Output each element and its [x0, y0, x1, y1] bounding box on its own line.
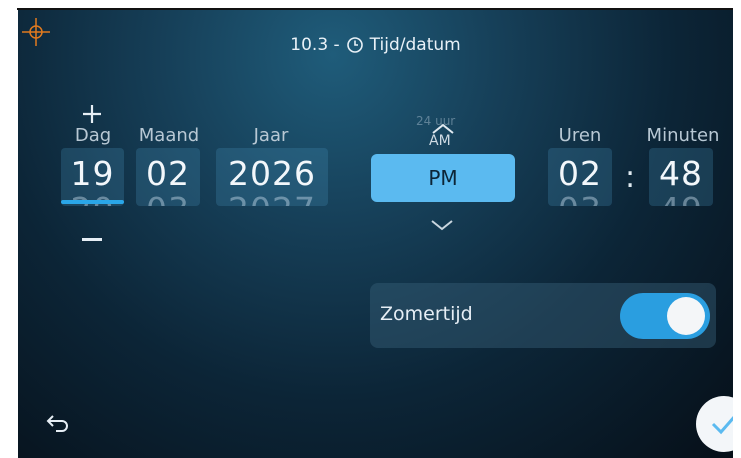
year-picker[interactable]: 2026 2027	[216, 148, 328, 206]
dst-row: Zomertijd	[370, 283, 716, 348]
plus-icon[interactable]	[80, 102, 104, 126]
dst-label: Zomertijd	[380, 303, 473, 325]
confirm-button[interactable]	[696, 396, 733, 452]
page-title: 10.3 - Tijd/datum	[18, 35, 733, 55]
day-label: Dag	[74, 125, 112, 146]
minutes-next-value: 49	[649, 190, 713, 206]
hours-label: Uren	[558, 125, 602, 146]
month-picker[interactable]: 02 03	[136, 148, 200, 206]
day-selected-underline	[61, 200, 124, 204]
hours-value: 02	[558, 154, 602, 193]
year-label: Jaar	[253, 125, 289, 146]
pm-option-selected[interactable]: PM	[371, 154, 515, 202]
hours-next-value: 03	[548, 190, 612, 206]
minus-icon[interactable]	[82, 238, 102, 241]
dst-toggle[interactable]	[620, 293, 710, 339]
minutes-picker[interactable]: 48 49	[649, 148, 713, 206]
chevron-down-icon[interactable]	[429, 218, 455, 232]
day-value: 19	[70, 154, 115, 193]
month-label: Maand	[138, 125, 200, 146]
title-text: Tijd/datum	[369, 35, 461, 55]
minutes-label: Minuten	[646, 125, 720, 146]
day-picker[interactable]: 19 20	[61, 148, 124, 206]
hours-picker[interactable]: 02 03	[548, 148, 612, 206]
toggle-knob	[667, 297, 705, 335]
month-value: 02	[146, 154, 190, 193]
time-date-screen: 10.3 - Tijd/datum Dag Maand Jaar 19 20 0…	[18, 10, 733, 458]
title-prefix: 10.3 -	[290, 35, 340, 55]
minutes-value: 48	[659, 154, 703, 193]
year-next-value: 2027	[216, 190, 328, 206]
back-arrow-icon[interactable]	[46, 412, 70, 432]
year-value: 2026	[228, 154, 316, 193]
clock-icon	[346, 37, 363, 53]
am-option[interactable]: AM	[429, 133, 451, 149]
month-next-value: 03	[136, 190, 200, 206]
time-separator: :	[625, 160, 636, 195]
checkmark-icon	[711, 416, 733, 435]
